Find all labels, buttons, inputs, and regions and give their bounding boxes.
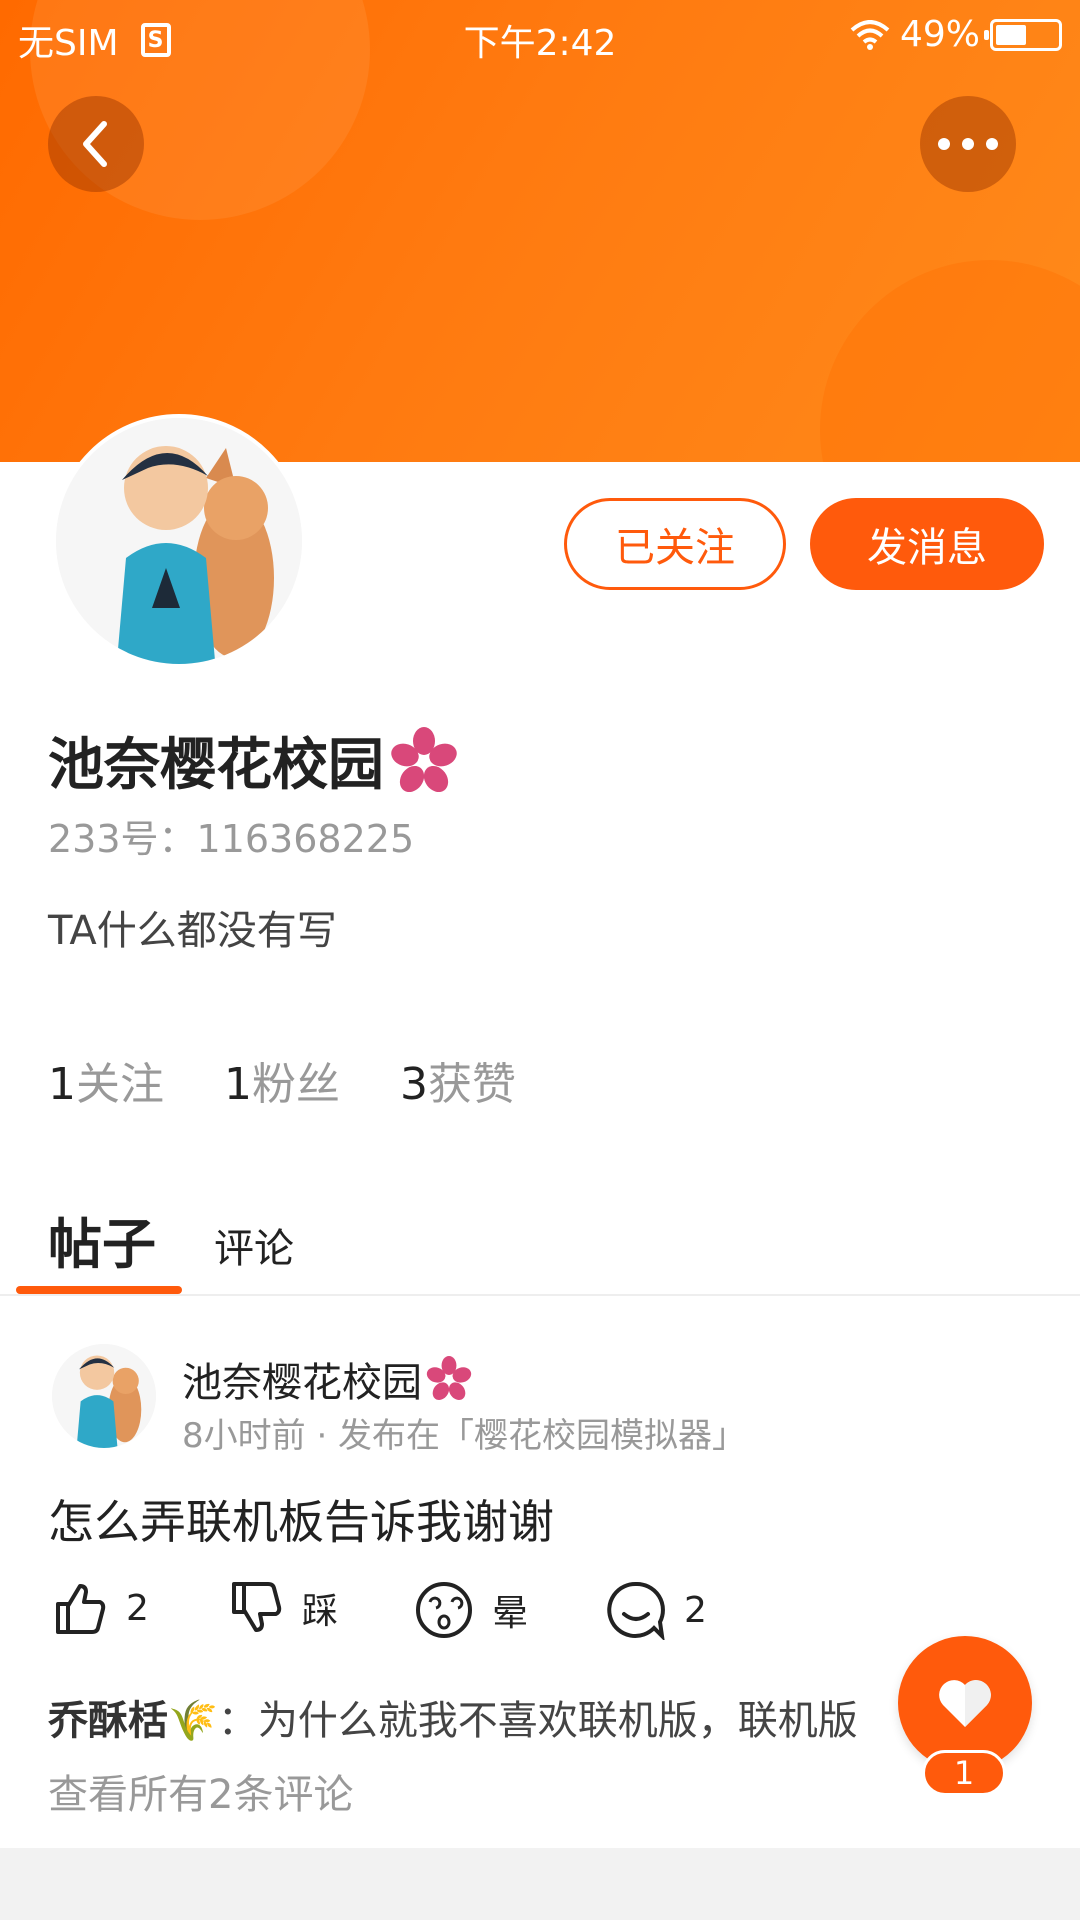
stat-number: 1: [48, 1059, 76, 1110]
post-content[interactable]: 怎么弄联机板告诉我谢谢: [48, 1486, 554, 1552]
send-message-button[interactable]: 发消息: [810, 498, 1044, 590]
profile-banner: 无SIM S 下午2:42 49%: [0, 0, 1080, 462]
heart-icon: [939, 1680, 991, 1727]
stat-likes[interactable]: 3获赞: [400, 1048, 516, 1112]
section-divider: [0, 1848, 1080, 1920]
more-dots-icon: [938, 138, 998, 150]
sakura-flower-icon: [391, 726, 457, 792]
dislike-label: 踩: [302, 1591, 339, 1632]
more-button[interactable]: [920, 96, 1016, 192]
dislike-button[interactable]: 踩: [228, 1580, 338, 1636]
stat-number: 3: [400, 1059, 428, 1110]
comment-bubble-icon: [607, 1581, 665, 1640]
stat-followers[interactable]: 1粉丝: [224, 1048, 340, 1112]
comment-preview[interactable]: 乔酥栝🌾：为什么就我不喜欢联机版，联机版: [48, 1688, 948, 1746]
dizzy-button[interactable]: 晕: [414, 1580, 528, 1640]
like-count-badge: 1: [922, 1750, 1006, 1796]
stat-following[interactable]: 1关注: [48, 1048, 164, 1112]
status-bar: 无SIM S 下午2:42 49%: [0, 0, 1080, 72]
profile-avatar[interactable]: [52, 414, 306, 668]
dizzy-label: 晕: [492, 1593, 529, 1634]
stat-number: 1: [224, 1059, 252, 1110]
avatar-illustration-icon: [56, 418, 302, 664]
wheat-icon: 🌾: [168, 1698, 218, 1744]
user-bio: TA什么都没有写: [48, 908, 337, 954]
stat-label: 关注: [76, 1059, 164, 1110]
dizzy-face-icon: [416, 1582, 472, 1638]
chevron-left-icon: [83, 121, 107, 167]
comment-author: 乔酥栝: [48, 1698, 168, 1744]
profile-name-text: 池奈樱花校园: [48, 733, 384, 798]
thumbs-up-icon: [56, 1584, 106, 1634]
post-actions: 2 踩 晕 2: [52, 1580, 1032, 1650]
sakura-flower-icon: [426, 1356, 472, 1400]
user-id: 233号：116368225: [48, 817, 415, 861]
post-meta: 8小时前 · 发布在「樱花校园模拟器」: [182, 1416, 747, 1456]
comment-text: 为什么就我不喜欢联机版，联机版: [257, 1698, 858, 1744]
profile-name: 池奈樱花校园: [48, 720, 458, 801]
wifi-icon: [850, 19, 890, 50]
stat-label: 获赞: [428, 1059, 516, 1110]
like-count: 2: [126, 1587, 149, 1629]
back-button[interactable]: [48, 96, 144, 192]
post-author[interactable]: 池奈樱花校园: [182, 1350, 472, 1408]
profile-tabs: 帖子 评论: [0, 1180, 1080, 1296]
comment-button[interactable]: 2: [606, 1580, 707, 1640]
post-author-name: 池奈樱花校园: [182, 1360, 422, 1406]
tab-posts[interactable]: 帖子: [48, 1200, 156, 1279]
followed-button[interactable]: 已关注: [564, 498, 786, 590]
battery-percent: 49%: [899, 14, 980, 55]
tab-active-indicator: [16, 1286, 182, 1294]
thumbs-down-icon: [232, 1582, 282, 1632]
tab-comments[interactable]: 评论: [214, 1216, 294, 1274]
avatar-illustration-icon: [52, 1344, 156, 1448]
stat-label: 粉丝: [252, 1059, 340, 1110]
battery-icon: [984, 18, 1062, 51]
post-author-avatar[interactable]: [52, 1344, 156, 1448]
comment-count: 2: [684, 1589, 707, 1631]
banner-decoration: [820, 260, 1080, 462]
view-all-comments-link[interactable]: 查看所有2条评论: [48, 1762, 353, 1820]
like-button[interactable]: 2: [52, 1580, 149, 1636]
profile-stats: 1关注 1粉丝 3获赞: [48, 1048, 516, 1112]
